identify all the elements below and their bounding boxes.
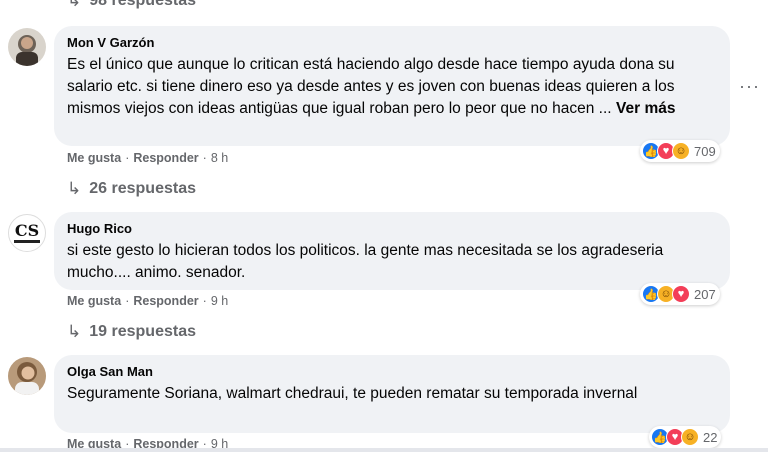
- love-icon: ♥: [672, 285, 690, 303]
- reply-button[interactable]: Responder: [133, 151, 198, 165]
- view-replies-link[interactable]: ↳ 98 respuestas: [67, 0, 196, 11]
- reaction-count: 709: [694, 143, 716, 159]
- reactions-summary[interactable]: 👍 ♥ ☺ 709: [640, 140, 720, 162]
- reply-arrow-icon: ↳: [67, 179, 82, 198]
- comment-text: Es el único que aunque lo critican está …: [67, 56, 675, 117]
- avatar[interactable]: [8, 357, 46, 395]
- haha-icon: ☺: [672, 142, 690, 160]
- reply-button[interactable]: Responder: [133, 294, 198, 308]
- comment-time: 9 h: [210, 294, 229, 308]
- reply-arrow-icon: ↳: [67, 322, 82, 341]
- comment-author[interactable]: Olga San Man: [67, 363, 718, 380]
- comment-actions: Me gusta · Responder · 8 h: [67, 151, 229, 165]
- bottom-divider: [0, 448, 768, 452]
- avatar[interactable]: CS: [8, 214, 46, 252]
- comment-bubble: Hugo Rico si este gesto lo hicieran todo…: [54, 212, 730, 290]
- like-button[interactable]: Me gusta: [67, 294, 121, 308]
- comment-text: si este gesto lo hicieran todos los poli…: [67, 242, 664, 281]
- haha-icon: ☺: [681, 428, 699, 446]
- avatar[interactable]: [8, 28, 46, 66]
- comment-actions: Me gusta · Responder · 9 h: [67, 294, 229, 308]
- reaction-count: 22: [703, 429, 718, 445]
- see-more-link[interactable]: Ver más: [616, 100, 675, 117]
- comment-bubble: Mon V Garzón Es el único que aunque lo c…: [54, 26, 730, 146]
- comment-bubble: Olga San Man Seguramente Soriana, walmar…: [54, 355, 730, 433]
- more-options-icon[interactable]: ···: [739, 76, 760, 97]
- reply-arrow-icon: ↳: [67, 0, 82, 10]
- comment-author[interactable]: Hugo Rico: [67, 220, 718, 237]
- comment-author[interactable]: Mon V Garzón: [67, 34, 718, 51]
- like-button[interactable]: Me gusta: [67, 151, 121, 165]
- comment-time: 8 h: [210, 151, 229, 165]
- comment-text: Seguramente Soriana, walmart chedraui, t…: [67, 385, 638, 402]
- reactions-summary[interactable]: 👍 ♥ ☺ 22: [649, 426, 722, 448]
- reactions-summary[interactable]: 👍 ☺ ♥ 207: [640, 283, 720, 305]
- reaction-count: 207: [694, 286, 716, 302]
- view-replies-link[interactable]: ↳ 26 respuestas: [67, 179, 196, 199]
- view-replies-link[interactable]: ↳ 19 respuestas: [67, 322, 196, 342]
